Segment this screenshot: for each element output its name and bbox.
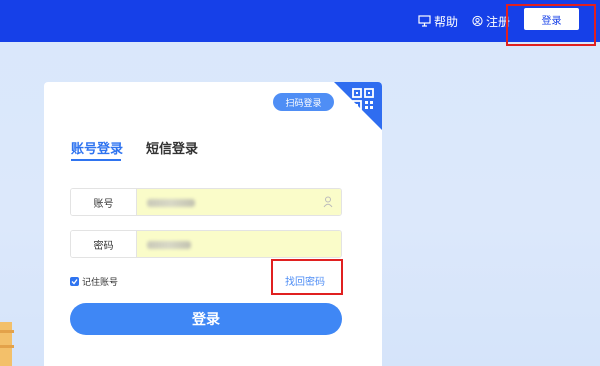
account-field[interactable]: 账号 [70,188,342,216]
help-label: 帮助 [434,14,459,29]
password-input[interactable] [137,231,341,257]
decorative-illustration [0,322,12,366]
remember-account-checkbox[interactable]: 记住账号 [70,275,118,288]
register-link[interactable]: 注册 [472,12,510,30]
help-link[interactable]: 帮助 [418,12,458,30]
scan-login-button[interactable]: 扫码登录 [273,93,334,111]
forgot-password-link[interactable]: 找回密码 [285,273,325,288]
decorative-stripe [0,330,14,333]
account-input[interactable] [137,189,341,215]
tab-account-login[interactable]: 账号登录 [71,138,123,157]
checkbox-checked-icon[interactable] [70,277,79,286]
password-field[interactable]: 密码 [70,230,342,258]
active-tab-underline [71,159,121,161]
register-label: 注册 [485,14,510,29]
user-icon [323,196,333,208]
top-navigation-bar: 帮助 注册 登录 [0,0,600,42]
decorative-stripe [0,345,14,348]
qr-code-icon[interactable] [352,88,374,110]
account-field-label: 账号 [71,189,137,215]
remember-account-label: 记住账号 [82,278,119,288]
login-submit-button[interactable]: 登录 [70,303,342,335]
header-login-button[interactable]: 登录 [524,8,579,30]
user-circle-icon [472,15,483,27]
tab-sms-login[interactable]: 短信登录 [146,138,198,157]
login-card: 扫码登录 账号登录 短信登录 账号 密码 记住账号 找回密码 登录 [44,82,382,366]
account-input-value-blurred [147,199,195,207]
password-field-label: 密码 [71,231,137,257]
monitor-icon [418,15,431,27]
password-input-value-blurred [147,241,191,249]
